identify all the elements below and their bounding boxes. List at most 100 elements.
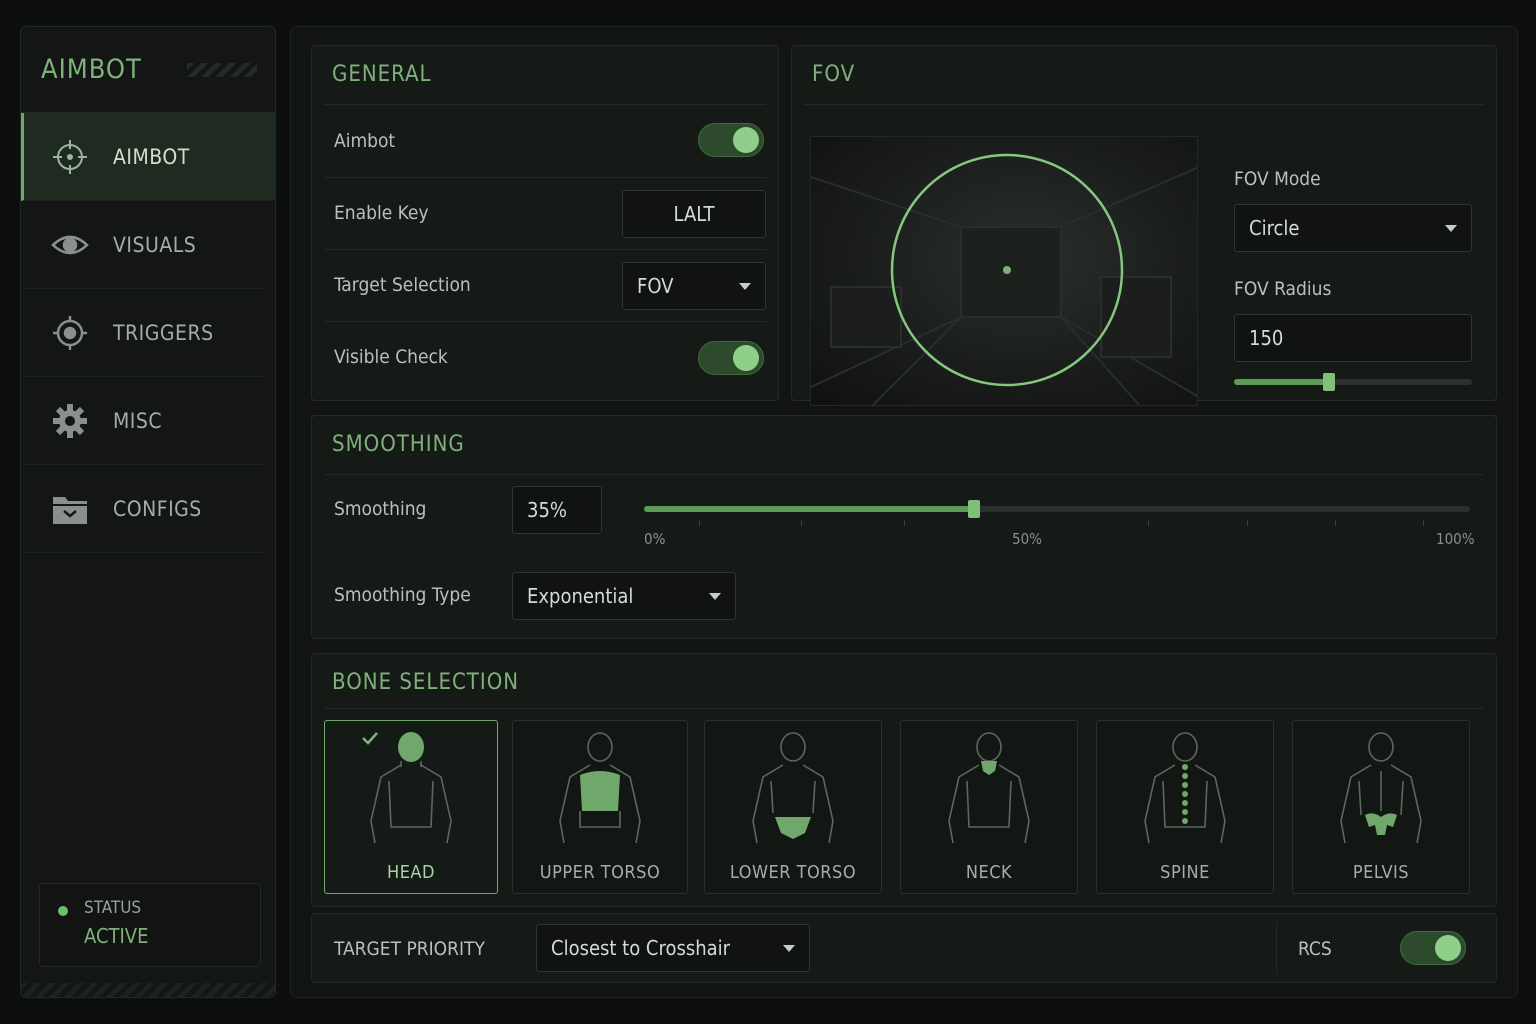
eye-icon (51, 226, 89, 264)
nav-label: VISUALS (113, 232, 197, 257)
gear-icon (51, 402, 89, 440)
divider (324, 708, 1484, 709)
target-selection-label: Target Selection (334, 274, 471, 296)
divider (324, 104, 766, 105)
scale-label-max: 100% (1436, 530, 1475, 548)
target-selection-dropdown[interactable]: FOV (622, 262, 766, 310)
enable-key-row: Enable Key LALT (324, 178, 766, 250)
slider-tick (904, 520, 905, 526)
toggle-knob (1435, 935, 1461, 961)
fov-panel: FOV FOV Mode Circle FOV Radius 150 (791, 45, 1497, 406)
fov-radius-input[interactable]: 150 (1234, 314, 1472, 362)
body-pelvis-icon (1340, 732, 1422, 844)
nav-item-configs[interactable]: CONFIGS (21, 465, 265, 553)
bone-card-lower-torso[interactable]: LOWER TORSO (704, 720, 882, 894)
nav-item-triggers[interactable]: TRIGGERS (21, 289, 265, 377)
nav-label: TRIGGERS (113, 320, 214, 345)
aimbot-toggle[interactable] (698, 123, 764, 157)
bone-card-neck[interactable]: NECK (900, 720, 1078, 894)
visible-check-row: Visible Check (324, 322, 766, 394)
bone-card-pelvis[interactable]: PELVIS (1292, 720, 1470, 894)
slider-tick (699, 520, 700, 526)
smoothing-title: SMOOTHING (332, 432, 465, 457)
status-dot-icon (58, 906, 68, 916)
body-head-icon (370, 732, 452, 844)
status-value: ACTIVE (84, 924, 149, 948)
sidebar-decoration (21, 983, 275, 997)
body-lower-torso-icon (752, 732, 834, 844)
fov-center-dot (1003, 266, 1011, 274)
bone-card-upper-torso[interactable]: UPPER TORSO (512, 720, 688, 894)
general-panel: GENERAL Aimbot Enable Key LALT Target Se… (311, 45, 779, 401)
enable-key-button[interactable]: LALT (622, 190, 766, 238)
slider-tick (1247, 520, 1248, 526)
toggle-knob (733, 127, 759, 153)
aimbot-label: Aimbot (334, 130, 396, 152)
nav-label: MISC (113, 408, 163, 433)
body-upper-torso-icon (559, 732, 641, 844)
enable-key-label: Enable Key (334, 202, 429, 224)
slider-handle[interactable] (1323, 373, 1336, 391)
folder-icon (51, 490, 89, 528)
fov-preview-scene (811, 153, 1197, 405)
bone-label: NECK (965, 862, 1013, 883)
slider-tick (1335, 520, 1336, 526)
status-label: STATUS (84, 898, 142, 918)
slider-tick (1423, 520, 1424, 526)
bone-label: HEAD (387, 862, 435, 883)
smoothing-panel: SMOOTHING Smoothing 35% 0% 50% 100% Smoo… (311, 415, 1497, 639)
status-panel: STATUS ACTIVE (39, 883, 261, 967)
slider-tick (801, 520, 802, 526)
nav-label: CONFIGS (113, 496, 202, 521)
divider (804, 104, 1484, 105)
smoothing-value: 35% (527, 498, 567, 522)
bone-card-head[interactable]: HEAD (324, 720, 498, 894)
chevron-down-icon (1445, 225, 1457, 232)
slider-handle[interactable] (968, 500, 981, 518)
brand-decoration (187, 63, 257, 77)
smoothing-type-dropdown[interactable]: Exponential (512, 572, 736, 620)
slider-fill (1234, 379, 1330, 385)
target-priority-dropdown[interactable]: Closest to Crosshair (536, 924, 810, 972)
smoothing-slider[interactable] (644, 500, 1470, 526)
rcs-label: RCS (1298, 938, 1332, 960)
body-spine-icon (1144, 732, 1226, 844)
target-priority-label: TARGET PRIORITY (334, 938, 485, 960)
smoothing-label: Smoothing (334, 498, 427, 520)
smoothing-value-input[interactable]: 35% (512, 486, 602, 534)
bone-selection-panel: BONE SELECTION HEAD UPPER TORSO LOWER TO… (311, 653, 1497, 907)
sidebar: AIMBOT AIMBOT VISUALS TRIGGERS MISC CONF… (20, 26, 276, 998)
body-neck-icon (948, 732, 1030, 844)
nav-item-visuals[interactable]: VISUALS (21, 201, 265, 289)
visible-check-label: Visible Check (334, 346, 448, 368)
nav-label: AIMBOT (113, 144, 190, 169)
visible-check-toggle[interactable] (698, 341, 764, 375)
nav-item-aimbot[interactable]: AIMBOT (21, 113, 275, 201)
aimbot-row: Aimbot (324, 106, 766, 178)
fov-preview (810, 136, 1198, 406)
target-priority-value: Closest to Crosshair (551, 936, 731, 960)
main-content: GENERAL Aimbot Enable Key LALT Target Se… (290, 26, 1518, 998)
brand-title: AIMBOT (41, 54, 142, 85)
chevron-down-icon (739, 283, 751, 290)
general-title: GENERAL (332, 62, 432, 87)
slider-fill (644, 506, 975, 512)
target-selection-value: FOV (637, 274, 674, 298)
nav-item-misc[interactable]: MISC (21, 377, 265, 465)
chevron-down-icon (709, 593, 721, 600)
bone-selection-title: BONE SELECTION (332, 670, 520, 695)
divider (324, 474, 1484, 475)
target-icon (51, 314, 89, 352)
bone-label: PELVIS (1352, 862, 1410, 883)
bone-card-spine[interactable]: SPINE (1096, 720, 1274, 894)
rcs-toggle[interactable] (1400, 931, 1466, 965)
scale-label-min: 0% (644, 530, 666, 548)
fov-title: FOV (812, 62, 856, 87)
fov-mode-dropdown[interactable]: Circle (1234, 204, 1472, 252)
scale-label-mid: 50% (1012, 530, 1042, 548)
slider-tick (1148, 520, 1149, 526)
target-priority-panel: TARGET PRIORITY Closest to Crosshair RCS (311, 913, 1497, 983)
smoothing-type-label: Smoothing Type (334, 584, 471, 606)
fov-radius-slider[interactable] (1234, 373, 1472, 391)
bone-label: SPINE (1160, 862, 1210, 883)
